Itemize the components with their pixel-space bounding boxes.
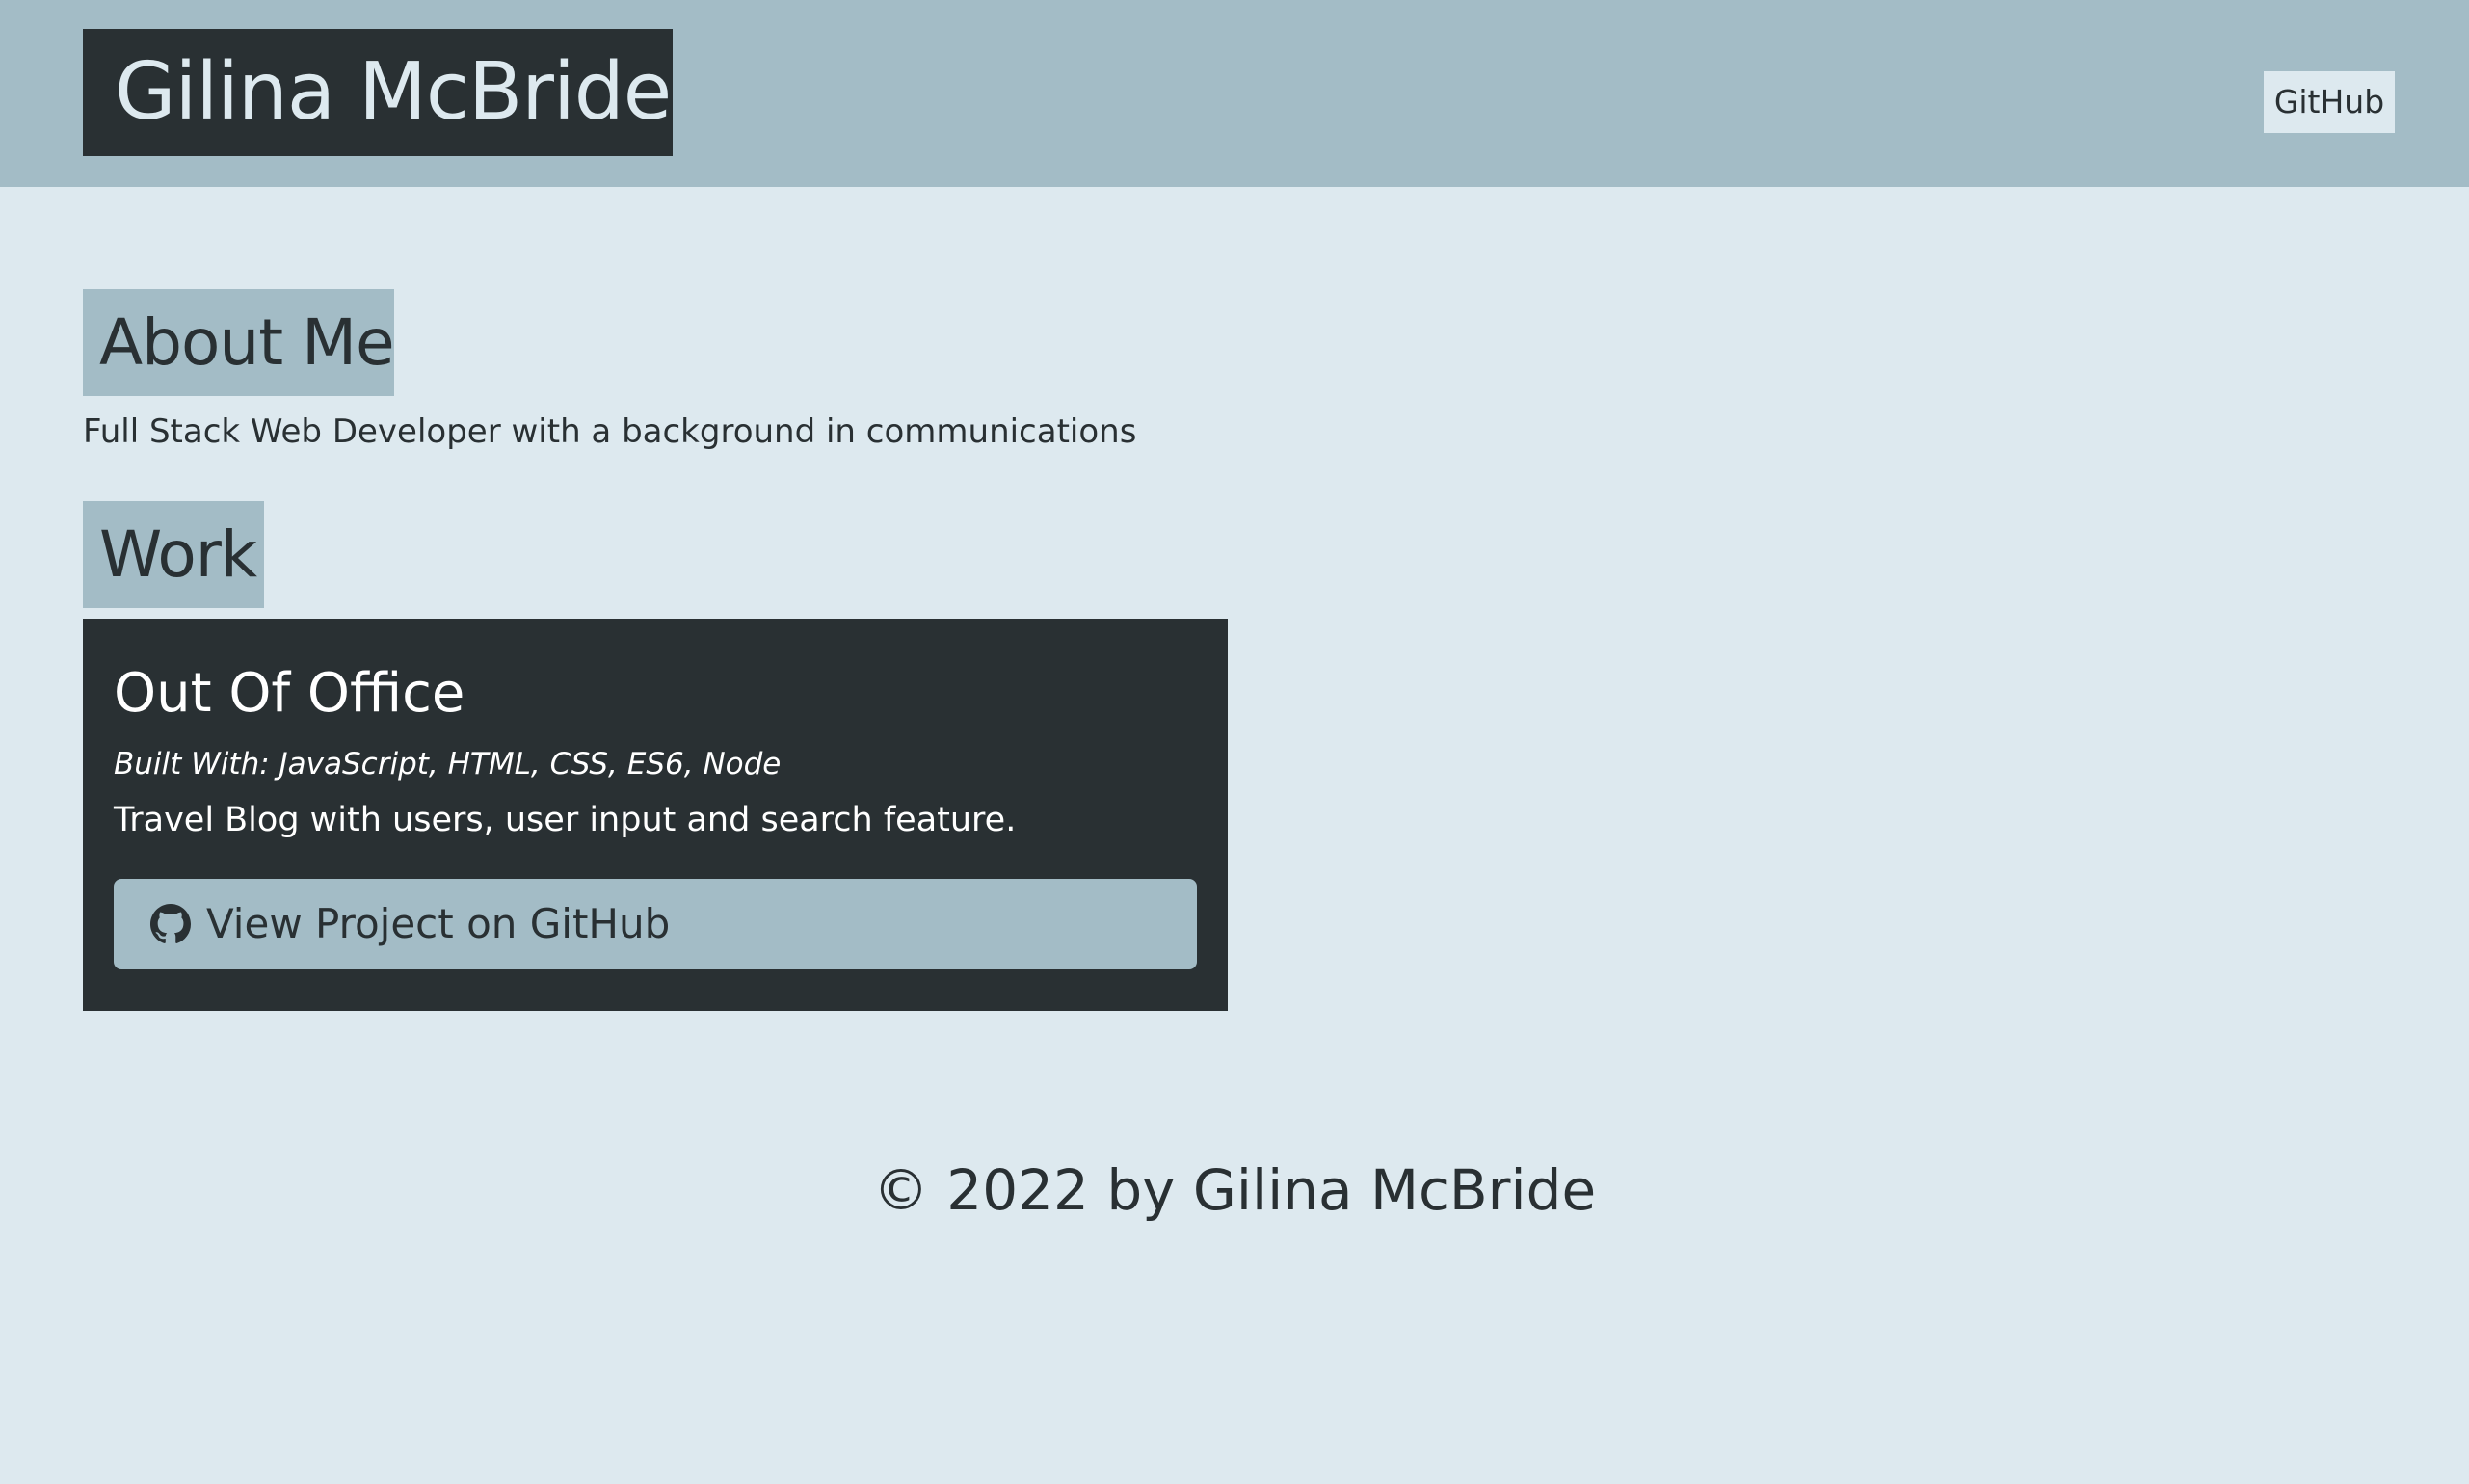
footer-copyright: © 2022 by Gilina McBride	[872, 1157, 1597, 1223]
view-project-button[interactable]: View Project on GitHub	[114, 879, 1197, 969]
project-built-with: Built With: JavaScript, HTML, CSS, ES6, …	[114, 747, 782, 782]
work-heading: Work	[83, 501, 264, 608]
site-title: Gilina McBride	[115, 46, 672, 138]
project-title: Out Of Office	[114, 662, 465, 725]
about-heading-text: About Me	[99, 305, 395, 380]
site-brand: Gilina McBride	[83, 29, 673, 156]
project-card: Out Of Office Built With: JavaScript, HT…	[83, 619, 1228, 1011]
github-icon	[150, 904, 191, 943]
about-heading: About Me	[83, 289, 395, 396]
work-heading-text: Work	[99, 517, 257, 592]
github-nav-link[interactable]: GitHub	[2264, 71, 2395, 133]
view-project-button-label: View Project on GitHub	[206, 900, 671, 947]
site-header: Gilina McBride GitHub	[0, 0, 2469, 187]
about-text: Full Stack Web Developer with a backgrou…	[83, 412, 1137, 451]
project-description: Travel Blog with users, user input and s…	[114, 801, 1017, 839]
